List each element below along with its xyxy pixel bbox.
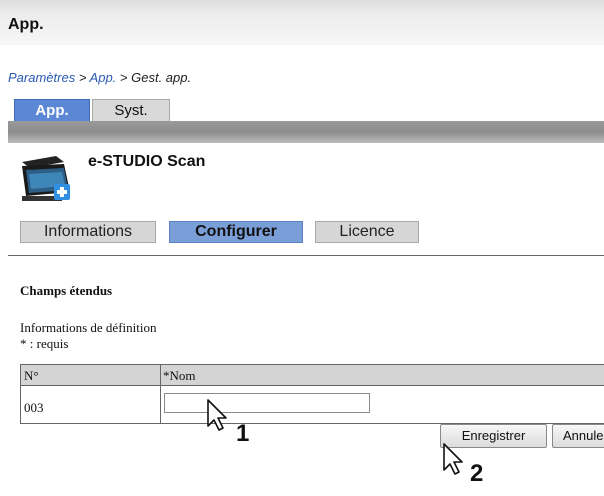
cancel-button[interactable]: Annuler — [552, 424, 604, 448]
breadcrumb-link-app[interactable]: App. — [90, 70, 117, 85]
name-input[interactable] — [164, 393, 370, 413]
breadcrumb-separator: > — [116, 70, 132, 85]
app-name: e-STUDIO Scan — [88, 153, 206, 170]
breadcrumb: Paramètres > App. > Gest. app. — [8, 70, 191, 85]
subtab-licence[interactable]: Licence — [315, 221, 419, 243]
section-title: Champs étendus — [20, 283, 113, 298]
callout-number-1: 1 — [236, 420, 250, 447]
definition-label: Informations de définition — [20, 320, 157, 335]
table-column-divider — [160, 365, 161, 423]
header-band — [8, 121, 604, 143]
row-number: 003 — [24, 400, 44, 415]
breadcrumb-current: Gest. app. — [131, 70, 192, 85]
table-row-divider — [21, 385, 604, 386]
table-header-row — [21, 365, 604, 385]
subtab-informations[interactable]: Informations — [20, 221, 156, 243]
callout-number-2: 2 — [470, 460, 484, 487]
required-note: * : requis — [20, 336, 69, 351]
tab-syst[interactable]: Syst. — [92, 99, 170, 123]
breadcrumb-link-parametres[interactable]: Paramètres — [8, 70, 75, 85]
breadcrumb-separator: > — [75, 70, 90, 85]
column-header-number: N° — [24, 368, 39, 383]
tab-app[interactable]: App. — [14, 99, 90, 123]
column-header-name: *Nom — [163, 368, 196, 383]
subtab-configurer[interactable]: Configurer — [169, 221, 303, 243]
fields-table: N° *Nom 003 — [20, 364, 604, 424]
scanner-plus-icon — [20, 152, 72, 204]
page-title: App. — [8, 16, 44, 33]
top-bar — [0, 0, 604, 45]
section-divider — [8, 255, 604, 256]
